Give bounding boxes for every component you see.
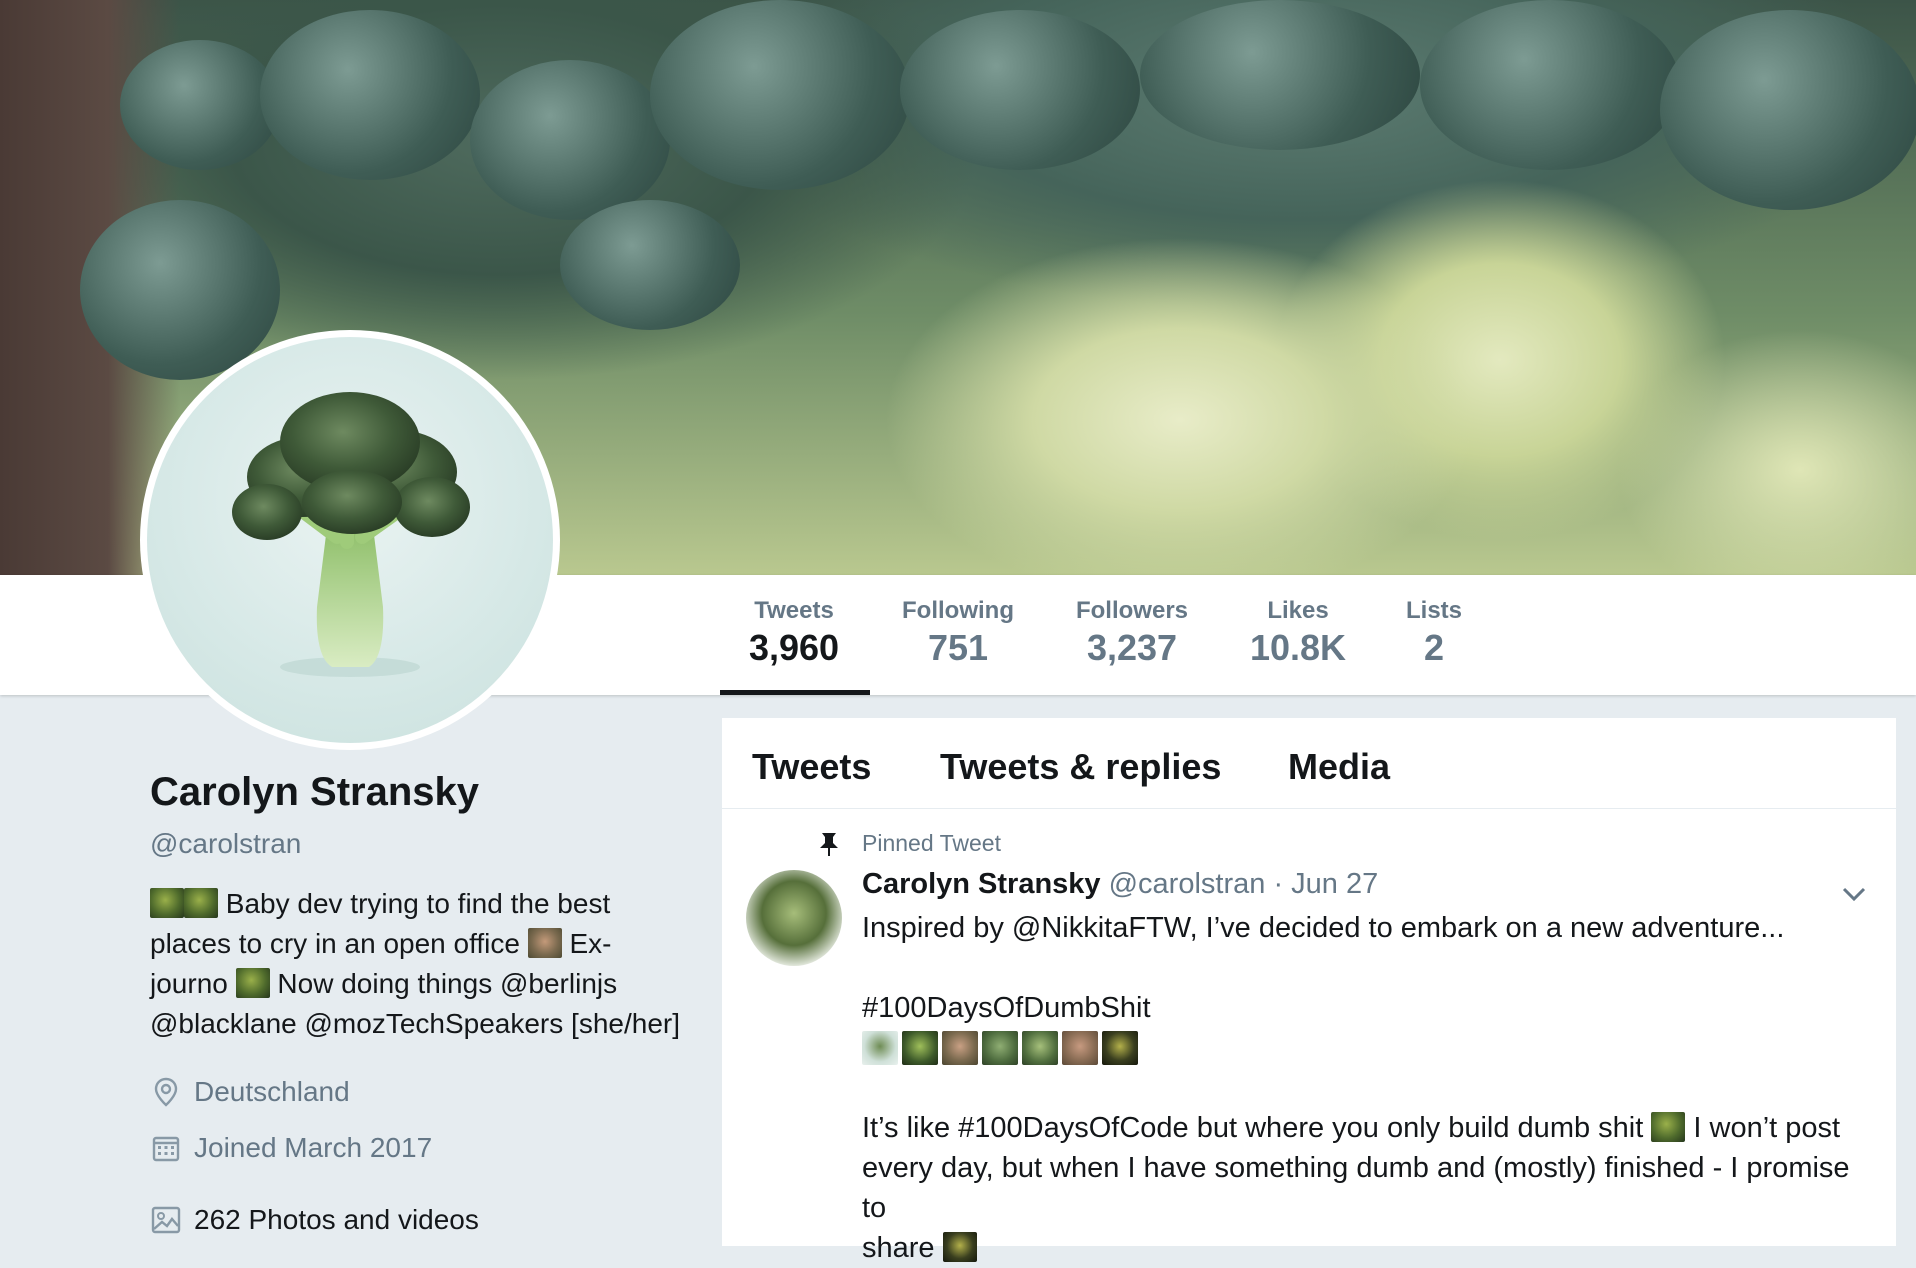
stat-value: 2 (1423, 627, 1445, 668)
banner-floret (120, 40, 280, 170)
tweet-author-name[interactable]: Carolyn Stransky (862, 868, 1101, 900)
tweet-line: share (862, 1228, 1872, 1268)
tab-tweets[interactable]: Tweets (752, 746, 871, 788)
broccoli-emoji-icon (1102, 1031, 1138, 1065)
pin-icon (820, 832, 838, 856)
timeline-tabs: Tweets Tweets & replies Media (722, 718, 1896, 809)
bio-text: Baby dev trying to find the best (225, 888, 611, 919)
broccoli-emoji-icon (1022, 1031, 1058, 1065)
broccoli-icon (232, 392, 470, 677)
broccoli-emoji-icon (1651, 1112, 1686, 1142)
tweet-text-segment: share (862, 1232, 935, 1264)
tweet-header: Carolyn Stransky @carolstran · Jun 27 (862, 868, 1378, 901)
joined-text: Joined March 2017 (194, 1132, 433, 1163)
stat-value: 3,960 (748, 627, 840, 668)
stat-tweets[interactable]: Tweets 3,960 (738, 597, 850, 669)
tweet-spacer (862, 948, 1872, 988)
banner-floret (470, 60, 670, 220)
stat-followers[interactable]: Followers 3,237 (1072, 597, 1192, 669)
active-stat-indicator (720, 690, 870, 695)
tweet-text-segment: It’s like #100DaysOfCode but where you o… (862, 1112, 1644, 1144)
banner-floret (260, 10, 480, 180)
banner-floret (650, 0, 910, 190)
location-pin-icon (154, 1077, 178, 1107)
broccoli-emoji-icon (862, 1031, 898, 1065)
media-text[interactable]: 262 Photos and videos (194, 1204, 479, 1236)
bio-text[interactable]: Now doing things @berlinjs (277, 968, 617, 999)
stat-label: Following (902, 597, 1014, 624)
stat-label: Tweets (754, 597, 834, 624)
pinned-text: Pinned Tweet (862, 830, 1001, 856)
stat-label: Followers (1075, 597, 1189, 624)
banner-floret (900, 10, 1140, 170)
profile-media-link[interactable]: 262 Photos and videos (150, 1204, 479, 1236)
tweet-text-segment: I won’t post (1693, 1112, 1841, 1144)
profile-name: Carolyn Stransky (150, 770, 480, 814)
broccoli-emoji-icon (902, 1031, 938, 1065)
timeline: Tweets Tweets & replies Media Pinned Twe… (722, 718, 1896, 1264)
broccoli-emoji-icon (184, 888, 218, 918)
tweet-line: Inspired by @NikkitaFTW, I’ve decided to… (862, 912, 1785, 944)
banner-floret (1420, 0, 1680, 170)
bio-text: places to cry in an open office (150, 928, 520, 959)
banner-floret (1660, 10, 1916, 210)
stat-label: Lists (1405, 597, 1462, 624)
location-text[interactable]: Deutschland (194, 1076, 350, 1108)
emoji-strip (862, 1028, 1872, 1068)
stat-following[interactable]: Following 751 (896, 597, 1020, 669)
image-icon (151, 1206, 181, 1234)
tab-tweets-replies[interactable]: Tweets & replies (940, 746, 1221, 788)
tweet-line: every day, but when I have something dum… (862, 1152, 1850, 1224)
avatar-image (147, 337, 553, 743)
bio-text: journo (150, 968, 228, 999)
banner-floret (1140, 0, 1420, 150)
stat-value: 751 (927, 627, 989, 668)
stat-lists[interactable]: Lists 2 (1400, 597, 1468, 669)
broccoli-emoji-icon (982, 1031, 1018, 1065)
tweet-avatar[interactable] (746, 870, 842, 966)
profile-avatar[interactable] (140, 330, 560, 750)
banner-floret (80, 200, 280, 380)
profile-handle[interactable]: @carolstran (150, 828, 301, 860)
profile-location: Deutschland (150, 1076, 350, 1108)
bio-text[interactable]: @blacklane @mozTechSpeakers [she/her] (150, 1008, 680, 1039)
banner-floret (560, 200, 740, 330)
stat-value: 10.8K (1249, 627, 1347, 668)
stat-label: Likes (1267, 597, 1329, 624)
chevron-down-icon[interactable] (1840, 884, 1868, 904)
tweet-line: It’s like #100DaysOfCode but where you o… (862, 1108, 1872, 1148)
broccoli-emoji-icon (942, 1232, 977, 1262)
broccoli-emoji-icon (235, 968, 270, 998)
broccoli-emoji-icon (150, 888, 184, 918)
calendar-icon (152, 1136, 180, 1162)
tweet-date[interactable]: · Jun 27 (1273, 868, 1378, 900)
pinned-tweet-label: Pinned Tweet (818, 830, 1001, 857)
tab-media[interactable]: Media (1288, 746, 1390, 788)
face-emoji-icon (527, 928, 562, 958)
tweet-text: Inspired by @NikkitaFTW, I’ve decided to… (862, 908, 1872, 1268)
tweet-hashtag[interactable]: #100DaysOfDumbShit (862, 988, 1872, 1028)
face-emoji-icon (942, 1031, 978, 1065)
bio-text: Ex- (569, 928, 612, 959)
face-emoji-icon (1062, 1031, 1098, 1065)
stat-value: 3,237 (1086, 627, 1178, 668)
tweet-spacer (862, 1068, 1872, 1108)
profile-joined: Joined March 2017 (150, 1132, 432, 1164)
profile-bio: Baby dev trying to find the best places … (150, 884, 690, 1044)
tweet-author-handle[interactable]: @carolstran (1109, 868, 1266, 900)
stat-likes[interactable]: Likes 10.8K (1248, 597, 1348, 669)
